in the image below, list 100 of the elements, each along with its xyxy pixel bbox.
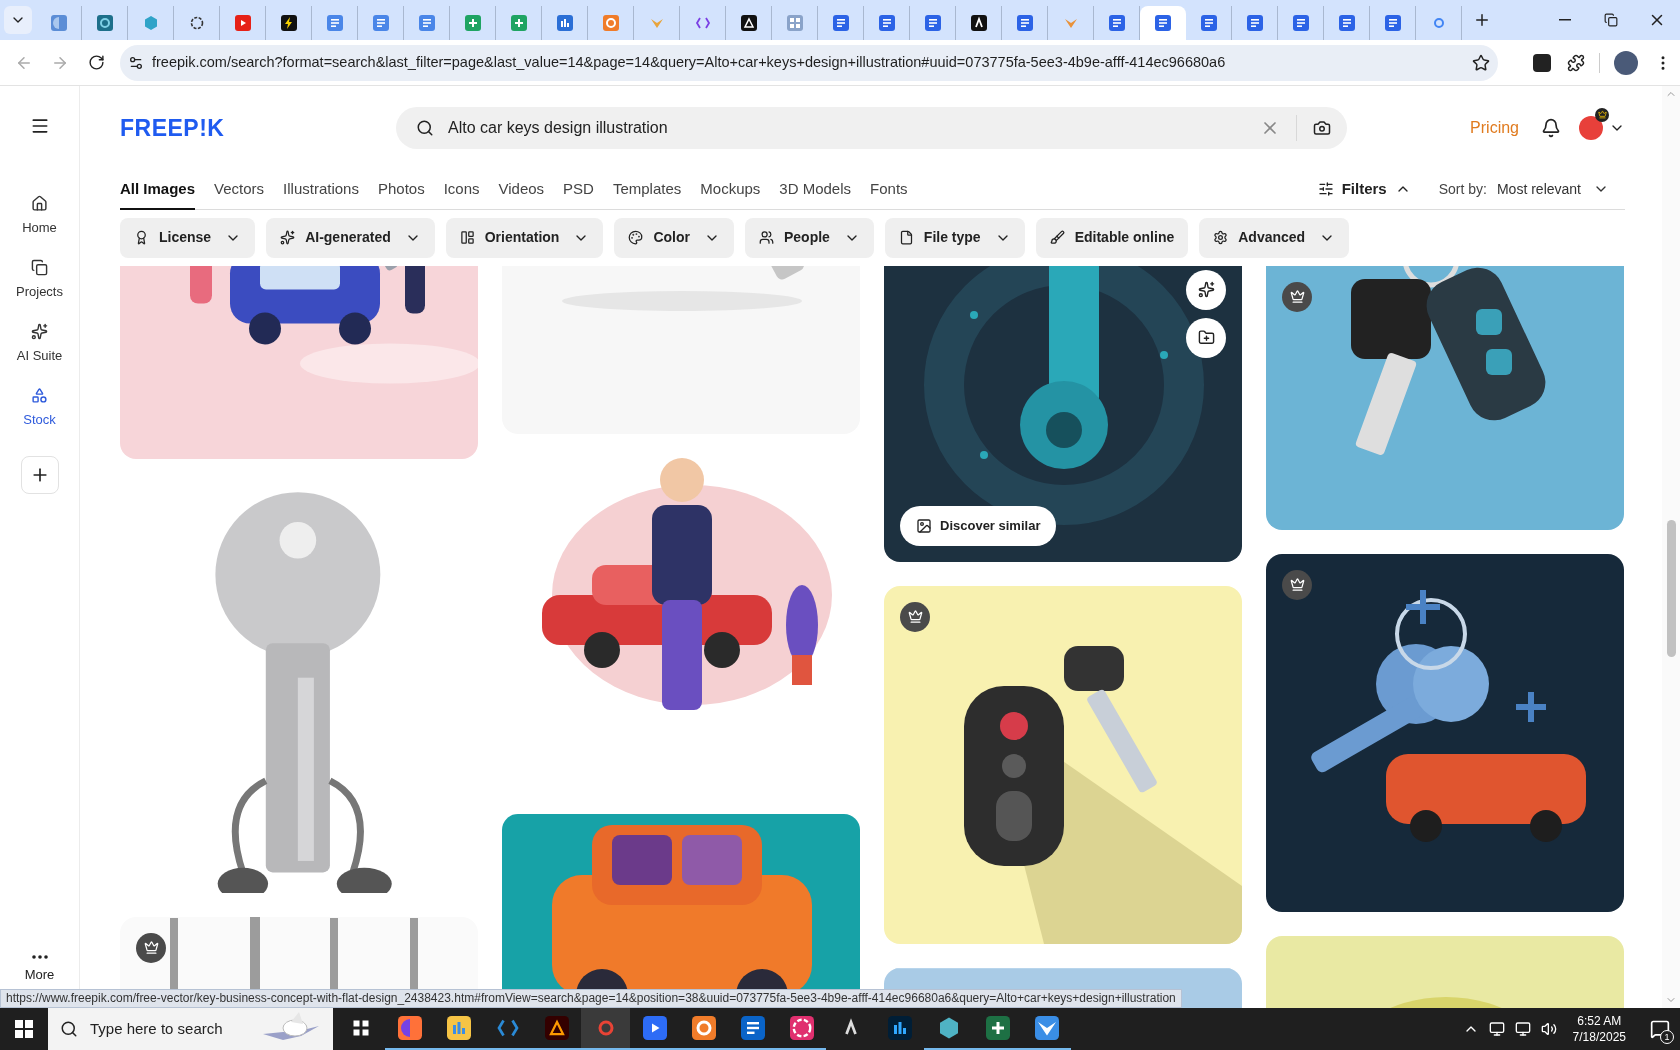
url-text: freepik.com/search?format=search&last_filter=page&last_value=14&page=14&query=Alto+car+keys+design+illustration#uuid=073775fa-5ee3-4b9e-afff-414ec96680a6 [152,52,1226,72]
file-icon [898,230,914,246]
filter-chip[interactable]: AI-generated [266,217,435,258]
app-icon [924,15,941,31]
badge-icon [134,230,149,246]
sort-dropdown[interactable]: Most relevant [1496,169,1625,209]
discover-similar-button[interactable]: Discover similar [900,505,1057,546]
app-icon [1246,15,1263,31]
app-icon [832,15,849,31]
display-icon[interactable] [1514,1021,1531,1037]
triangle-icon [740,15,757,31]
search-bar[interactable]: Alto car keys design illustration [396,106,1347,149]
filter-chip[interactable]: License [120,217,256,258]
search-icon [60,1020,78,1038]
sort-label: Sort by: [1438,179,1487,199]
app-icon [1155,15,1171,31]
category-tab[interactable]: Fonts [870,169,908,210]
filter-chip[interactable]: Color [614,217,734,258]
sliders-icon [1317,181,1334,198]
category-tab[interactable]: Vectors [214,169,265,210]
sidebar-item[interactable]: Projects [3,248,76,312]
spreadsheet-icon [510,15,527,31]
scrollbar[interactable] [1662,86,1680,1008]
filter-chip[interactable]: Orientation [445,217,604,258]
spreadsheet-icon [985,1016,1010,1040]
sparkle-icon [1197,281,1215,299]
extensions-icon[interactable] [1567,53,1585,72]
filter-chip[interactable]: Advanced [1199,217,1350,258]
notification-count: 1 [1660,1030,1674,1044]
crown-icon [907,609,923,625]
lightning-icon [280,15,297,31]
layout-icon [459,230,475,246]
avatar[interactable] [1579,115,1603,140]
brush-icon [1049,230,1065,246]
app-icon [1292,15,1309,31]
app-icon [1384,15,1401,31]
category-tab[interactable]: All Images [120,169,196,210]
slash-icon [970,15,987,31]
reload-icon [87,54,105,71]
app-icon [1200,15,1217,31]
category-tab[interactable]: Videos [498,169,545,210]
filter-chip[interactable]: File type [884,217,1025,258]
category-tab[interactable]: Illustrations [283,169,359,210]
search-placeholder: Type here to search [90,1018,223,1039]
site-info-icon[interactable] [128,54,144,71]
crown-icon [1289,289,1305,305]
filter-chip[interactable]: People [744,217,874,258]
chart-icon [556,15,573,31]
crown-icon [1289,577,1305,593]
camera-icon[interactable] [1313,118,1331,137]
more-button[interactable]: More [24,954,55,984]
sidebar-item[interactable]: Stock [3,376,76,440]
category-tab[interactable]: Mockups [700,169,761,210]
category-tab[interactable]: Templates [612,169,682,210]
clock-time: 6:52 AM [1577,1013,1622,1029]
filter-chip[interactable]: Editable online [1035,217,1189,258]
sparkle-icon [280,230,296,246]
ellipsis-icon [31,954,48,959]
home-icon [31,194,48,212]
notification-icon[interactable] [1650,1019,1670,1039]
app-icon [1338,15,1355,31]
minimize-icon [1559,19,1571,21]
square-logo-icon [602,15,619,31]
logo[interactable]: FREEP!K [120,110,396,146]
crown-icon [143,940,159,956]
document-icon [418,15,435,31]
bell-icon[interactable] [1541,117,1561,138]
category-tab[interactable]: PSD [563,169,594,210]
tab-search-button[interactable] [4,6,32,34]
add-button[interactable] [20,456,59,494]
avatar[interactable] [1614,50,1638,75]
category-tab[interactable]: 3D Models [779,169,852,210]
volume-icon[interactable] [1540,1021,1557,1037]
windows-icon [15,1020,33,1038]
sidebar-item[interactable]: Home [3,184,76,248]
spreadsheet-icon [464,15,481,31]
plus-icon [1473,11,1491,29]
image-icon [916,517,932,534]
folder-plus-icon [1197,329,1215,347]
taskbar-search[interactable]: Type here to search [48,1008,333,1050]
scrollbar-thumb[interactable] [1666,520,1676,657]
settings-icon [1213,230,1229,246]
app-icon [1108,15,1125,31]
app-icon [878,15,895,31]
document-icon [326,15,343,31]
palette-icon [628,230,644,246]
search-field[interactable]: Alto car keys design illustration [448,115,1260,140]
sidebar-item[interactable]: AI Suite [3,312,76,376]
shapes-icon [31,386,48,404]
extension-icon[interactable] [1533,53,1551,72]
bookmark-icon[interactable] [1472,53,1490,72]
stack-icon [31,258,48,276]
ring-icon [96,15,113,31]
category-tab[interactable]: Icons [443,169,480,210]
restore-icon [1604,13,1618,27]
address-bar[interactable]: freepik.com/search?format=search&last_filter=page&last_value=14&page=14&query=Alto+car+keys+design+illustration#uuid=073775fa-5ee3-4b9e-afff-414ec96680a6 [120,44,1498,81]
document-icon [372,15,389,31]
category-tab[interactable]: Photos [377,169,425,210]
sparkle-icon [31,322,48,340]
filters-button[interactable]: Filters [1317,169,1411,209]
